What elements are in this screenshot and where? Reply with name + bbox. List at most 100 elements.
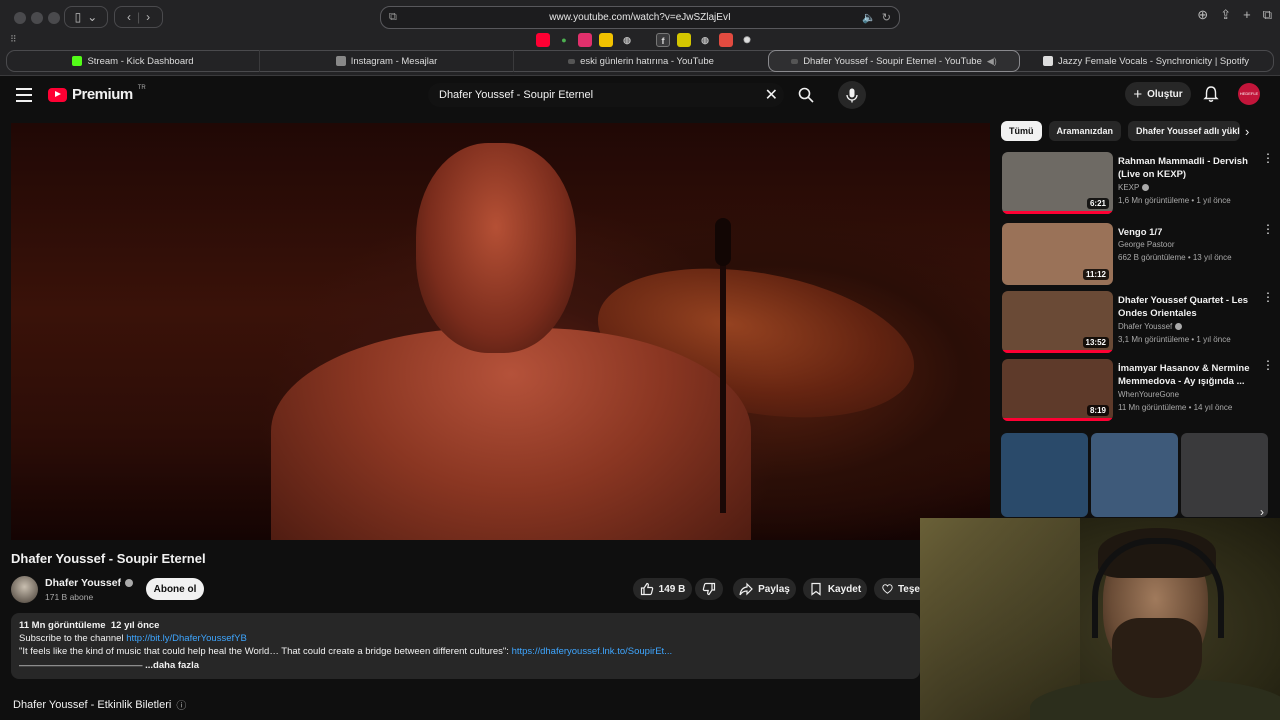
instagram-icon bbox=[335, 56, 346, 66]
view-count: 11 Mn görüntüleme bbox=[1118, 403, 1187, 412]
tab-youtube-active[interactable]: Dhafer Youssef - Soupir Eternel - YouTub… bbox=[768, 50, 1020, 72]
recommendation-title[interactable]: Vengo 1/7 bbox=[1118, 226, 1258, 239]
tab-youtube-eski[interactable]: eski günlerin hatırına - YouTube bbox=[514, 50, 768, 72]
create-label: Oluştur bbox=[1147, 88, 1183, 100]
events-section-title: Dhafer Youssef - Etkinlik Biletleri ⓘ bbox=[13, 697, 186, 713]
recommendation-item[interactable]: 11:12 Vengo 1/7 George Pastoor 662 B görünt… bbox=[1002, 223, 1274, 287]
yellow-favorite-icon[interactable] bbox=[677, 33, 691, 47]
watched-progress bbox=[1002, 418, 1113, 421]
recommendation-channel[interactable]: WhenYoureGone bbox=[1118, 390, 1179, 399]
video-thumbnail[interactable]: 11:12 bbox=[1002, 223, 1113, 285]
share-icon[interactable]: ⇪ bbox=[1220, 7, 1231, 23]
recommendation-channel[interactable]: George Pastoor bbox=[1118, 240, 1174, 249]
tabs-overview-icon[interactable]: ⧉ bbox=[1263, 7, 1272, 23]
reload-icon[interactable]: ↻ bbox=[882, 11, 891, 24]
recommendation-title[interactable]: İmamyar Hasanov & Nermine Memmedova - Ay… bbox=[1118, 362, 1258, 388]
shorts-thumbnail[interactable] bbox=[1181, 433, 1268, 517]
speaker-icon[interactable]: ◀) bbox=[987, 56, 997, 67]
globe-favorite-icon[interactable]: ◍ bbox=[620, 33, 634, 47]
info-icon[interactable]: ⓘ bbox=[176, 697, 186, 712]
tab-title: Dhafer Youssef - Soupir Eternel - YouTub… bbox=[803, 55, 982, 67]
recommendation-item[interactable]: 13:52 Dhafer Youssef Quartet - Les Ondes … bbox=[1002, 291, 1274, 355]
avatar-text: HEDEFLE bbox=[1239, 91, 1259, 96]
zoom-window-button[interactable] bbox=[48, 12, 60, 24]
shorts-thumbnail[interactable] bbox=[1001, 433, 1088, 517]
menu-icon[interactable] bbox=[16, 88, 32, 102]
recommendation-channel[interactable]: KEXP bbox=[1118, 183, 1150, 192]
performer-head bbox=[416, 143, 576, 353]
chevron-right-icon[interactable]: › bbox=[1245, 124, 1249, 139]
minimize-window-button[interactable] bbox=[31, 12, 43, 24]
tab-spotify[interactable]: Jazzy Female Vocals - Synchronicity | Sp… bbox=[1020, 50, 1272, 72]
close-window-button[interactable] bbox=[14, 12, 26, 24]
more-options-icon[interactable]: ⋮ bbox=[1262, 291, 1274, 303]
subscribe-link[interactable]: http://bit.ly/DhaferYoussefYB bbox=[126, 633, 247, 644]
chip-uploaded-by[interactable]: Dhafer Youssef adlı yükl bbox=[1128, 121, 1241, 141]
channel-name-text: George Pastoor bbox=[1118, 240, 1175, 249]
openai-favorite-icon[interactable]: ✺ bbox=[740, 33, 754, 47]
voice-search-button[interactable] bbox=[838, 81, 866, 109]
chip-from-search[interactable]: Aramanızdan bbox=[1048, 121, 1122, 141]
forward-icon[interactable]: › bbox=[146, 10, 150, 24]
account-avatar[interactable]: HEDEFLE bbox=[1238, 83, 1260, 105]
tab-title: Jazzy Female Vocals - Synchronicity | Sp… bbox=[1058, 55, 1249, 67]
page-settings-icon[interactable]: ⧉ bbox=[389, 11, 397, 24]
recommendation-title[interactable]: Rahman Mammadli - Dervish (Live on KEXP) bbox=[1118, 155, 1258, 181]
dislike-button[interactable] bbox=[695, 578, 723, 600]
web-favorite-icon[interactable]: ◍ bbox=[698, 33, 712, 47]
recommendation-channel[interactable]: Dhafer Youssef bbox=[1118, 322, 1183, 331]
save-button[interactable]: Kaydet bbox=[803, 578, 867, 600]
video-thumbnail[interactable]: 8:19 bbox=[1002, 359, 1113, 421]
thanks-button[interactable]: Teşe bbox=[874, 578, 920, 600]
video-thumbnail[interactable]: 13:52 bbox=[1002, 291, 1113, 353]
f-favorite-icon[interactable]: f bbox=[656, 33, 670, 47]
duration-badge: 8:19 bbox=[1086, 405, 1109, 416]
audio-playing-icon[interactable]: 🔈 bbox=[862, 11, 876, 24]
headphones-shape bbox=[1092, 538, 1224, 638]
subscribe-button[interactable]: Abone ol bbox=[146, 578, 204, 600]
thumbs-up-icon bbox=[640, 582, 653, 596]
video-player[interactable] bbox=[11, 123, 990, 540]
notifications-button[interactable] bbox=[1202, 85, 1220, 103]
tab-kick[interactable]: Stream - Kick Dashboard bbox=[7, 50, 260, 72]
instagram-favorite-icon[interactable] bbox=[578, 33, 592, 47]
channel-name[interactable]: Dhafer Youssef bbox=[45, 577, 134, 589]
like-button[interactable]: 149 B bbox=[633, 578, 692, 600]
tab-overview-icon[interactable]: ⠿ bbox=[10, 34, 17, 45]
sidebar-toggle-button[interactable]: ▯ ⌄ bbox=[64, 6, 108, 28]
search-input[interactable]: Dhafer Youssef - Soupir Eternel ✕ bbox=[428, 83, 784, 107]
youtube-logo[interactable]: Premium TR bbox=[48, 85, 146, 103]
search-button[interactable] bbox=[788, 83, 824, 107]
back-forward-buttons[interactable]: ‹ | › bbox=[114, 6, 163, 28]
download-icon[interactable]: ⊕ bbox=[1197, 7, 1208, 23]
create-button[interactable]: + Oluştur bbox=[1125, 82, 1191, 106]
description-box[interactable]: 11 Mn görüntüleme 12 yıl önce Subscribe … bbox=[11, 613, 920, 679]
recommendation-item[interactable]: 6:21 Rahman Mammadli - Dervish (Live on K… bbox=[1002, 152, 1274, 216]
album-link[interactable]: https://dhaferyoussef.lnk.to/SoupirEt... bbox=[512, 646, 673, 657]
upload-age: 12 yıl önce bbox=[110, 620, 160, 631]
drop-favorite-icon[interactable]: ● bbox=[557, 33, 571, 47]
recommendation-item[interactable]: 8:19 İmamyar Hasanov & Nermine Memmedova … bbox=[1002, 359, 1274, 423]
more-options-icon[interactable]: ⋮ bbox=[1262, 152, 1274, 164]
webcam-overlay bbox=[920, 518, 1280, 720]
shorts-thumbnail[interactable] bbox=[1091, 433, 1178, 517]
notes-favorite-icon[interactable] bbox=[599, 33, 613, 47]
back-icon[interactable]: ‹ bbox=[127, 10, 131, 24]
show-more-link[interactable]: ...daha fazla bbox=[145, 660, 199, 671]
more-options-icon[interactable]: ⋮ bbox=[1262, 359, 1274, 371]
upload-age: 1 yıl önce bbox=[1196, 335, 1231, 344]
chip-all[interactable]: Tümü bbox=[1001, 121, 1042, 141]
tab-instagram[interactable]: Instagram - Mesajlar bbox=[260, 50, 514, 72]
youtube-favorite-icon[interactable] bbox=[536, 33, 550, 47]
share-button[interactable]: Paylaş bbox=[733, 578, 796, 600]
recommendation-title[interactable]: Dhafer Youssef Quartet - Les Ondes Orien… bbox=[1118, 294, 1258, 320]
video-thumbnail[interactable]: 6:21 bbox=[1002, 152, 1113, 214]
more-options-icon[interactable]: ⋮ bbox=[1262, 223, 1274, 235]
channel-avatar[interactable] bbox=[11, 576, 38, 603]
clear-search-icon[interactable]: ✕ bbox=[765, 85, 778, 105]
shorts-next-icon[interactable]: › bbox=[1260, 505, 1264, 519]
upload-age: 1 yıl önce bbox=[1196, 196, 1231, 205]
new-tab-icon[interactable]: + bbox=[1243, 7, 1251, 23]
red-favorite-icon[interactable] bbox=[719, 33, 733, 47]
address-bar[interactable]: ⧉ www.youtube.com/watch?v=eJwSZlajEvI 🔈 … bbox=[380, 6, 900, 29]
